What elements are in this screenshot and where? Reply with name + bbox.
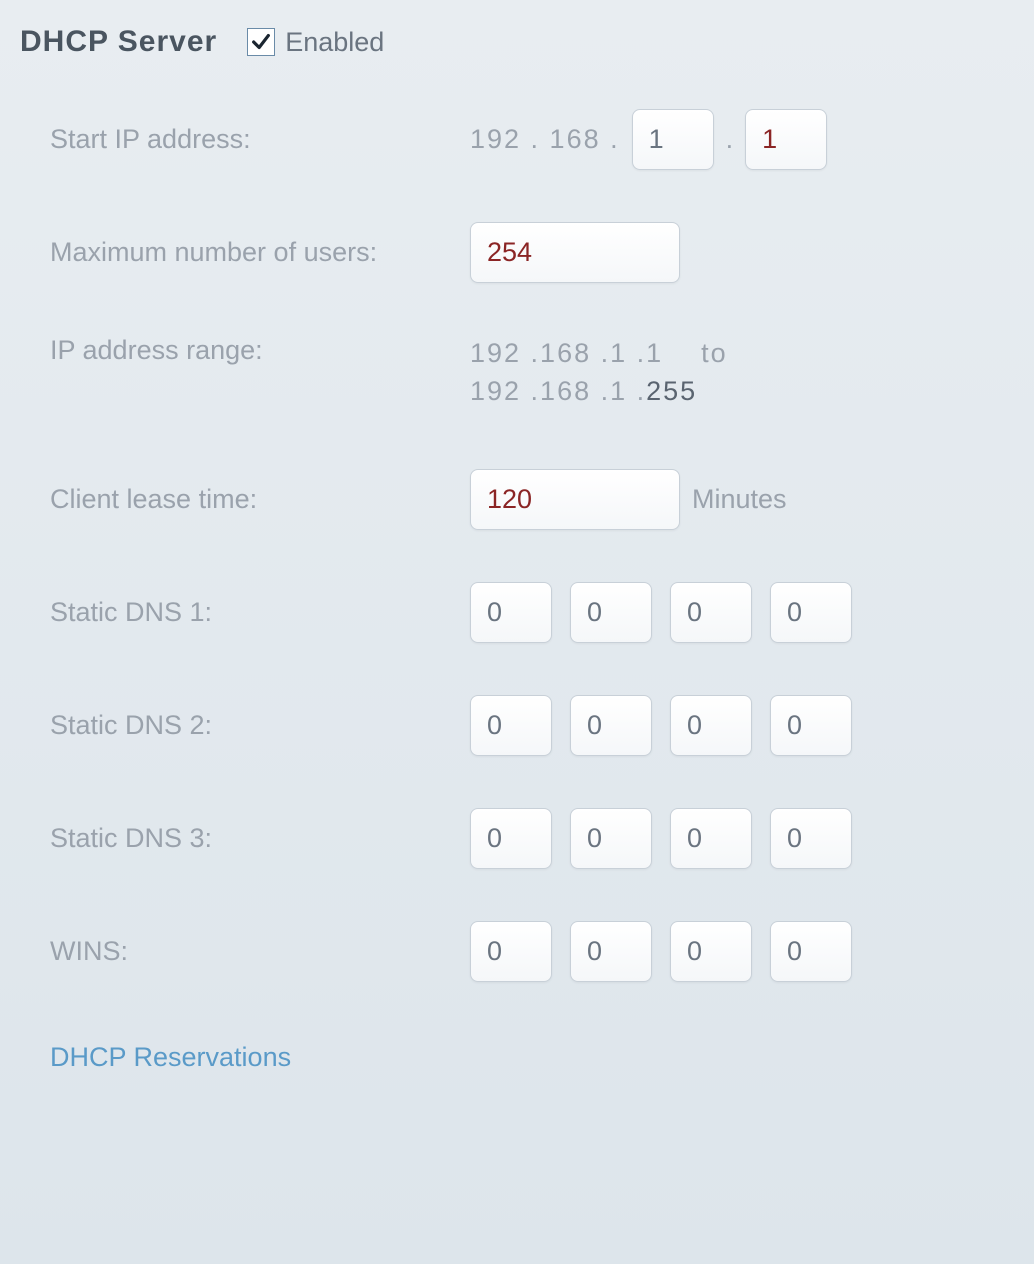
dns2-label: Static DNS 2: (50, 710, 470, 741)
ip-dot: . (726, 124, 734, 155)
dns2-octet3-input[interactable] (670, 695, 752, 756)
lease-time-unit: Minutes (692, 484, 787, 515)
enabled-checkbox-group: Enabled (247, 27, 384, 58)
dns3-octet1-input[interactable] (470, 808, 552, 869)
dns1-octet2-input[interactable] (570, 582, 652, 643)
start-ip-octet3-input[interactable] (632, 109, 714, 170)
dns1-octet4-input[interactable] (770, 582, 852, 643)
dhcp-reservations-link[interactable]: DHCP Reservations (50, 1042, 291, 1072)
dns1-label: Static DNS 1: (50, 597, 470, 628)
wins-octet4-input[interactable] (770, 921, 852, 982)
wins-octet2-input[interactable] (570, 921, 652, 982)
section-title: DHCP Server (20, 25, 217, 59)
dns3-octet4-input[interactable] (770, 808, 852, 869)
dns2-octet2-input[interactable] (570, 695, 652, 756)
dns3-octet3-input[interactable] (670, 808, 752, 869)
dns1-octet1-input[interactable] (470, 582, 552, 643)
start-ip-prefix: 192 . 168 . (470, 124, 620, 155)
dns1-octet3-input[interactable] (670, 582, 752, 643)
ip-range-from: 192 .168 .1 .1 to (470, 335, 728, 373)
wins-label: WINS: (50, 936, 470, 967)
lease-time-label: Client lease time: (50, 484, 470, 515)
start-ip-octet4-input[interactable] (745, 109, 827, 170)
enabled-checkbox[interactable] (247, 28, 275, 56)
checkmark-icon (250, 31, 272, 53)
ip-range-to: 192 .168 .1 .255 (470, 373, 728, 411)
ip-range-label: IP address range: (50, 335, 470, 366)
wins-octet3-input[interactable] (670, 921, 752, 982)
dns3-label: Static DNS 3: (50, 823, 470, 854)
dns3-octet2-input[interactable] (570, 808, 652, 869)
wins-octet1-input[interactable] (470, 921, 552, 982)
start-ip-label: Start IP address: (50, 124, 470, 155)
dns2-octet4-input[interactable] (770, 695, 852, 756)
enabled-label: Enabled (285, 27, 384, 58)
max-users-input[interactable] (470, 222, 680, 283)
lease-time-input[interactable] (470, 469, 680, 530)
max-users-label: Maximum number of users: (50, 237, 470, 268)
dns2-octet1-input[interactable] (470, 695, 552, 756)
